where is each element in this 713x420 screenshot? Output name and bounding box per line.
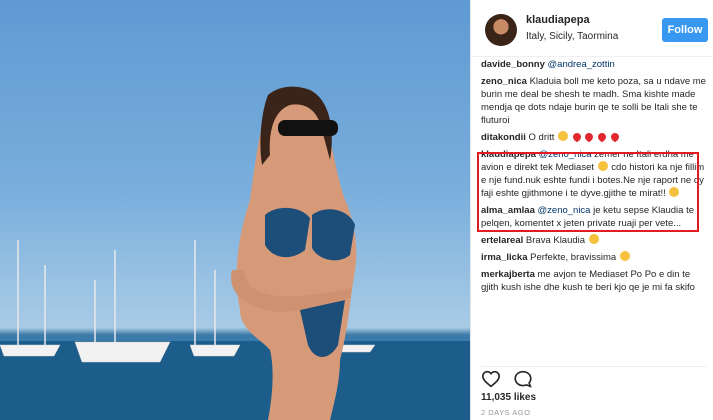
- username[interactable]: klaudiapepa: [526, 14, 590, 26]
- heart-emoji-icon: [596, 131, 608, 143]
- comment-icon[interactable]: [513, 370, 533, 388]
- heart-emoji-icon: [583, 131, 595, 143]
- comment-item: merkajberta me avjon te Mediaset Po Po e…: [481, 268, 707, 294]
- comment-user[interactable]: davide_bonny: [481, 59, 545, 70]
- follow-button[interactable]: Follow: [662, 18, 708, 42]
- avatar[interactable]: [485, 14, 517, 46]
- comment-user[interactable]: ditakondii: [481, 132, 526, 143]
- post-actions: [481, 366, 707, 389]
- comment-mention[interactable]: @andrea_zottin: [548, 59, 615, 70]
- likes-count[interactable]: 11,035 likes: [481, 392, 536, 403]
- emoji-icon: [588, 234, 599, 244]
- comment-item: irma_licka Perfekte, bravissima: [481, 251, 707, 264]
- post-timestamp: 2 DAYS AGO: [481, 408, 531, 417]
- highlight-box: [477, 152, 699, 232]
- comment-user[interactable]: merkajberta: [481, 269, 535, 280]
- comment-user[interactable]: irma_licka: [481, 252, 527, 263]
- comment-text: Perfekte, bravissima: [530, 252, 617, 263]
- comment-item: davide_bonny @andrea_zottin: [481, 58, 707, 71]
- comment-item: ditakondii O dritt: [481, 131, 707, 144]
- post-header: klaudiapepa Italy, Sicily, Taormina Foll…: [471, 0, 713, 57]
- photo-scene: [0, 86, 470, 420]
- comment-item: ertelareal Brava Klaudia: [481, 234, 707, 247]
- emoji-icon: [619, 251, 630, 261]
- post-photo[interactable]: [0, 0, 470, 420]
- comment-text: O dritt: [528, 132, 555, 143]
- heart-icon[interactable]: [481, 370, 501, 388]
- heart-emoji-icon: [571, 131, 583, 143]
- comment-user[interactable]: ertelareal: [481, 235, 523, 246]
- comment-item: zeno_nica Kladuia boll me keto poza, sa …: [481, 75, 707, 127]
- heart-emoji-icon: [608, 131, 621, 143]
- location[interactable]: Italy, Sicily, Taormina: [526, 31, 618, 42]
- comment-text: Brava Klaudia: [525, 235, 586, 246]
- comment-user[interactable]: zeno_nica: [481, 76, 527, 87]
- emoji-icon: [558, 131, 569, 141]
